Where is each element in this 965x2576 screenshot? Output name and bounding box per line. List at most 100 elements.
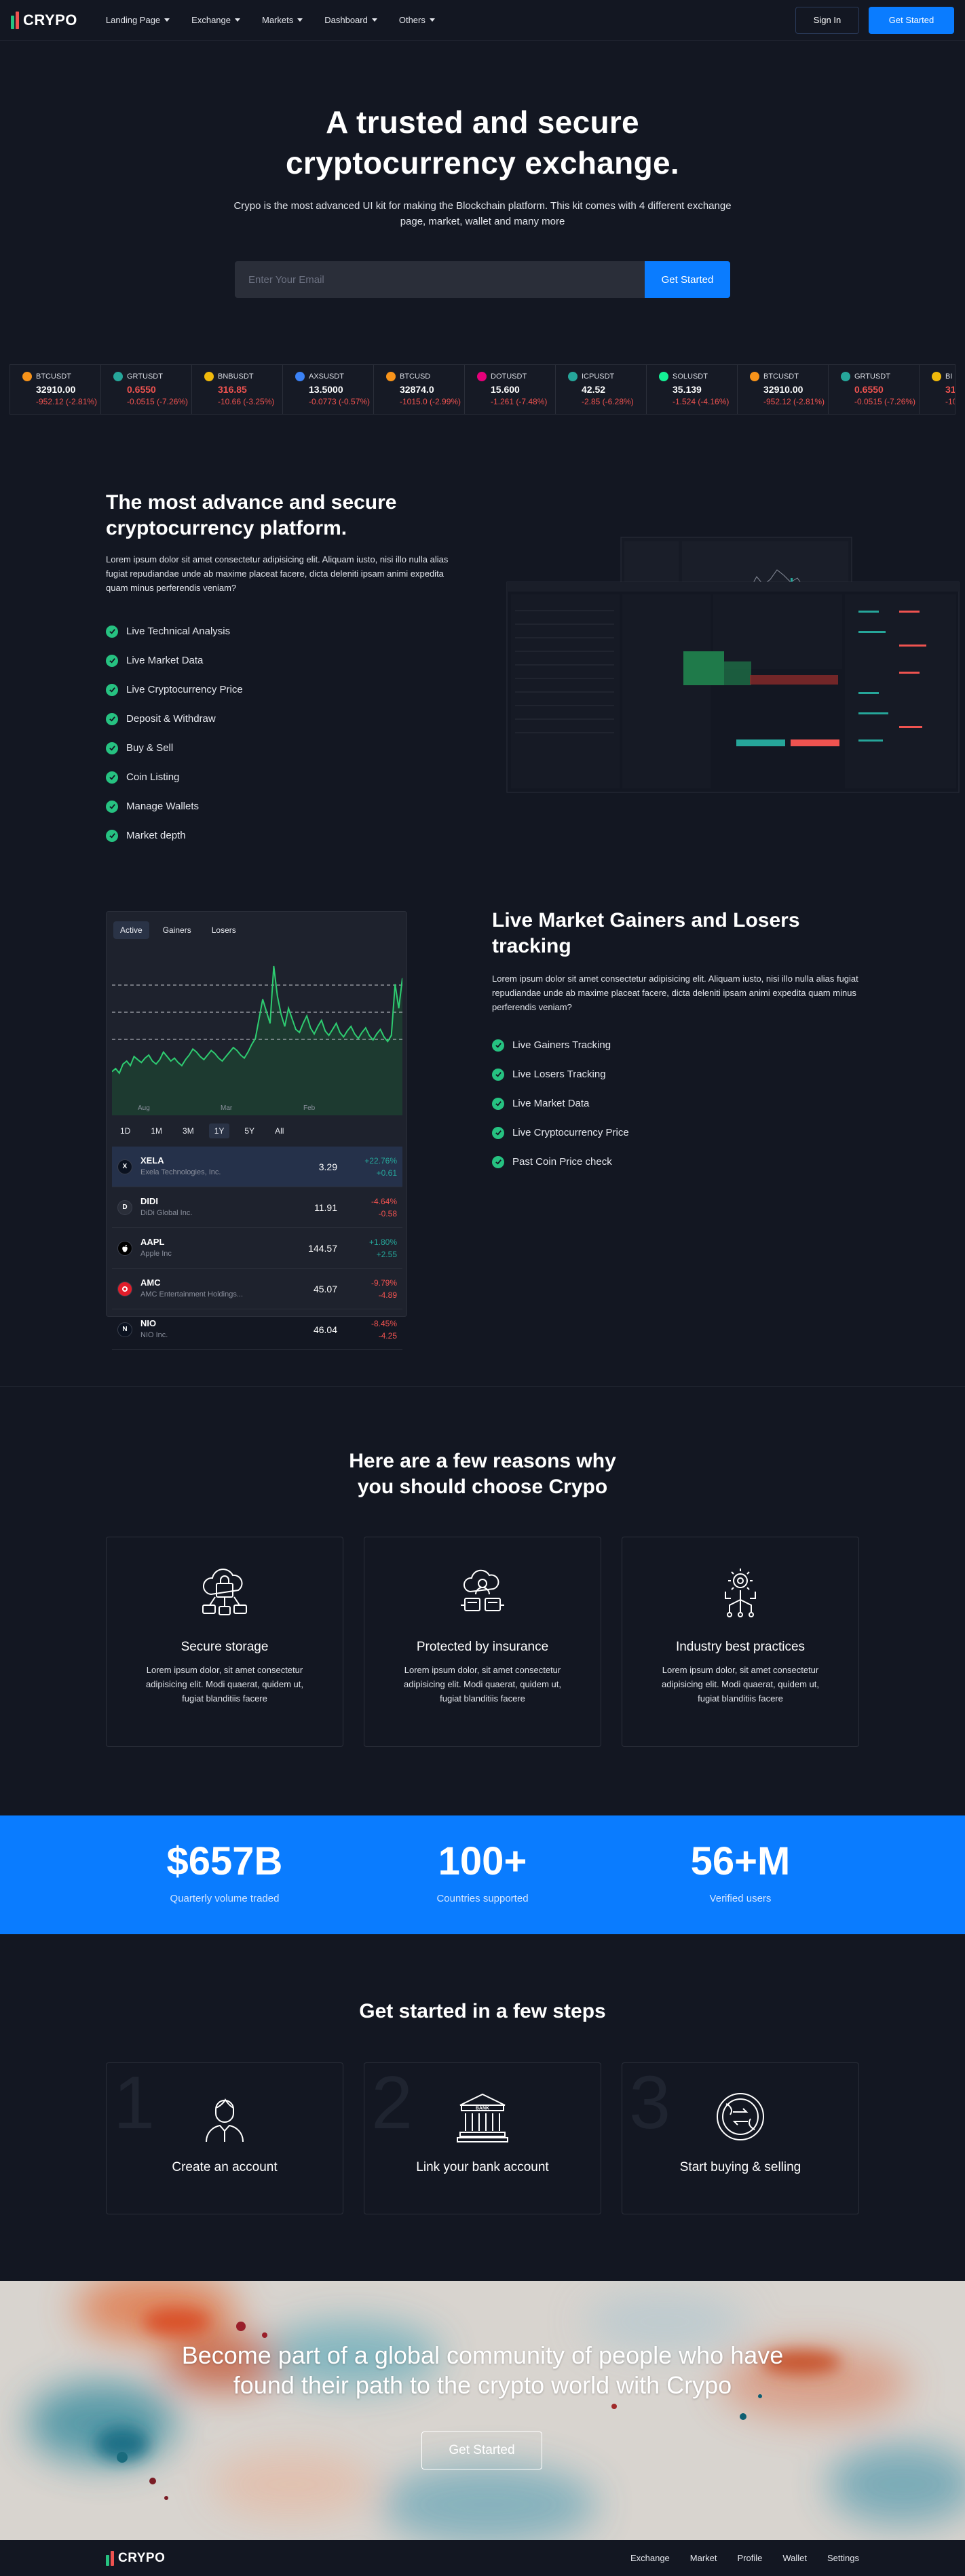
range-1d[interactable]: 1D bbox=[115, 1123, 136, 1138]
chevron-down-icon bbox=[371, 18, 377, 22]
ticker-symbol: BTCUSDT bbox=[763, 372, 799, 381]
reason-text: Lorem ipsum dolor, sit amet consectetur … bbox=[662, 1665, 819, 1704]
check-icon bbox=[106, 625, 118, 638]
reason-card: Secure storage Lorem ipsum dolor, sit am… bbox=[106, 1537, 343, 1747]
ticker-symbol: BTCUSDT bbox=[36, 372, 71, 381]
hero-get-started-button[interactable]: Get Started bbox=[645, 261, 730, 298]
step-card: 1 Create an account bbox=[106, 2062, 343, 2214]
mover-name: XELA Exela Technologies, Inc. bbox=[140, 1155, 272, 1178]
community-title: Become part of a global community of peo… bbox=[0, 2341, 965, 2400]
reasons-cards: Secure storage Lorem ipsum dolor, sit am… bbox=[106, 1537, 859, 1747]
nio-logo-icon: N bbox=[117, 1322, 132, 1337]
footer-link-market[interactable]: Market bbox=[690, 2553, 717, 2563]
ticker-item[interactable]: AXSUSDT 13.5000 -0.0773 (-0.57%) bbox=[283, 365, 374, 414]
ticker-item[interactable]: GRTUSDT 0.6550 -0.0515 (-7.26%) bbox=[101, 365, 192, 414]
ticker-change: -0.0515 (-7.26%) bbox=[854, 397, 916, 406]
mover-row[interactable]: AAPL Apple Inc 144.57 +1.80% +2.55 bbox=[112, 1228, 402, 1269]
ticker-symbol-row: SOLUSDT bbox=[659, 372, 737, 381]
range-3m[interactable]: 3M bbox=[177, 1123, 200, 1138]
coin-icon bbox=[841, 372, 850, 381]
mover-company: AMC Entertainment Holdings... bbox=[140, 1290, 244, 1299]
sign-in-button[interactable]: Sign In bbox=[795, 6, 859, 34]
brand-logo[interactable]: CRYPO bbox=[11, 11, 77, 29]
ticker-symbol: BI bbox=[945, 372, 953, 381]
footer-link-exchange[interactable]: Exchange bbox=[630, 2553, 670, 2563]
ticker-change: -952.12 (-2.81%) bbox=[36, 397, 98, 406]
nav-item-label: Dashboard bbox=[324, 15, 368, 25]
aapl-logo-icon bbox=[117, 1240, 132, 1256]
mover-name: NIO NIO Inc. bbox=[140, 1318, 272, 1341]
top-nav: CRYPO Landing Page Exchange Markets Dash… bbox=[0, 0, 965, 41]
ticker-change: -2.85 (-6.28%) bbox=[582, 397, 634, 406]
nav-item-landing-page[interactable]: Landing Page bbox=[106, 15, 170, 25]
ticker-change: -952.12 (-2.81%) bbox=[763, 397, 825, 406]
stat-label: Countries supported bbox=[436, 1893, 529, 1904]
mover-change-pct: +1.80% bbox=[368, 1237, 397, 1247]
stat-label: Quarterly volume traded bbox=[170, 1893, 280, 1904]
nav-item-others[interactable]: Others bbox=[399, 15, 435, 25]
stat-value: 100+ bbox=[438, 1839, 527, 1883]
mover-change-delta: -0.58 bbox=[378, 1208, 397, 1218]
tab-gainers[interactable]: Gainers bbox=[156, 921, 198, 939]
mover-row[interactable]: N NIO NIO Inc. 46.04 -8.45% -4.25 bbox=[112, 1309, 402, 1350]
tab-active[interactable]: Active bbox=[113, 921, 149, 939]
ticker-symbol-row: BNBUSDT bbox=[204, 372, 282, 381]
ticker-item[interactable]: GRTUSDT 0.6550 -0.0515 (-7.26%) bbox=[829, 365, 920, 414]
coin-icon bbox=[568, 372, 578, 381]
reason-text: Lorem ipsum dolor, sit amet consectetur … bbox=[404, 1665, 561, 1704]
feature-item: Live Cryptocurrency Price bbox=[106, 675, 466, 704]
nav-item-exchange[interactable]: Exchange bbox=[191, 15, 240, 25]
range-1m[interactable]: 1M bbox=[145, 1123, 168, 1138]
nav-get-started-button[interactable]: Get Started bbox=[869, 6, 954, 34]
tab-losers[interactable]: Losers bbox=[205, 921, 243, 939]
ticker-change: -1.261 (-7.48%) bbox=[491, 397, 548, 406]
mover-change-pct: -4.64% bbox=[371, 1196, 397, 1206]
ticker-price: 32874.0 bbox=[400, 384, 434, 395]
footer-link-wallet[interactable]: Wallet bbox=[782, 2553, 807, 2563]
mover-price: 45.07 bbox=[272, 1284, 354, 1294]
ticker-item[interactable]: BTCUSDT 32910.00 -952.12 (-2.81%) bbox=[738, 365, 829, 414]
ticker-symbol-row: GRTUSDT bbox=[841, 372, 919, 381]
mover-row[interactable]: X XELA Exela Technologies, Inc. 3.29 +22.76%… bbox=[112, 1147, 402, 1187]
email-field[interactable] bbox=[235, 261, 645, 298]
chart-x-label: Aug bbox=[138, 1104, 150, 1112]
mover-name: DIDI DiDi Global Inc. bbox=[140, 1196, 272, 1218]
ticker-item[interactable]: SOLUSDT 35.139 -1.524 (-4.16%) bbox=[647, 365, 738, 414]
ticker-item[interactable]: BTCUSDT 32910.00 -952.12 (-2.81%) bbox=[10, 365, 101, 414]
step-title: Link your bank account bbox=[416, 2160, 549, 2174]
community-get-started-button[interactable]: Get Started bbox=[421, 2431, 542, 2469]
brand-name: CRYPO bbox=[23, 11, 77, 28]
check-icon bbox=[492, 1126, 504, 1139]
range-5y[interactable]: 5Y bbox=[239, 1123, 260, 1138]
ticker-symbol: BNBUSDT bbox=[218, 372, 254, 381]
reasons-title: Here are a few reasons why you should cho… bbox=[0, 1448, 965, 1500]
feature-label: Live Cryptocurrency Price bbox=[512, 1127, 629, 1138]
ticker-item[interactable]: BNBUSDT 316.85 -10.66 (-3.25%) bbox=[192, 365, 283, 414]
range-all[interactable]: All bbox=[269, 1123, 289, 1138]
stat-users: 56+M Verified users bbox=[611, 1815, 869, 1934]
footer-link-settings[interactable]: Settings bbox=[827, 2553, 859, 2563]
feature-label: Live Technical Analysis bbox=[126, 626, 231, 637]
footer-logo[interactable]: CRYPO bbox=[106, 2550, 166, 2566]
ticker-item[interactable]: BTCUSD 32874.0 -1015.0 (-2.99%) bbox=[374, 365, 465, 414]
ticker-item[interactable]: ICPUSDT 42.52 -2.85 (-6.28%) bbox=[556, 365, 647, 414]
platform-text: Lorem ipsum dolor sit amet consectetur a… bbox=[106, 554, 449, 593]
ticker-item[interactable]: BI 316.85 -10.66 (-3 bbox=[920, 365, 955, 414]
mover-row[interactable]: D DIDI DiDi Global Inc. 11.91 -4.64% -0.58 bbox=[112, 1187, 402, 1228]
step-number: 3 bbox=[629, 2061, 671, 2145]
logo-mark-icon bbox=[11, 11, 19, 29]
brand-name: CRYPO bbox=[118, 2550, 166, 2565]
bank-icon: BANK bbox=[457, 2093, 508, 2142]
coin-icon bbox=[750, 372, 759, 381]
footer-link-profile[interactable]: Profile bbox=[738, 2553, 763, 2563]
nav-item-markets[interactable]: Markets bbox=[262, 15, 303, 25]
check-icon bbox=[492, 1039, 504, 1052]
nav-item-dashboard[interactable]: Dashboard bbox=[324, 15, 377, 25]
mover-row[interactable]: AMC AMC Entertainment Holdings... 45.07 -9.… bbox=[112, 1269, 402, 1309]
coin-icon bbox=[659, 372, 668, 381]
ticker-symbol: ICPUSDT bbox=[582, 372, 615, 381]
range-1y[interactable]: 1Y bbox=[208, 1123, 230, 1138]
ticker-item[interactable]: DOTUSDT 15.600 -1.261 (-7.48%) bbox=[465, 365, 556, 414]
footer-links: Exchange Market Profile Wallet Settings bbox=[630, 2553, 859, 2563]
mover-price-value: 11.91 bbox=[314, 1202, 337, 1213]
